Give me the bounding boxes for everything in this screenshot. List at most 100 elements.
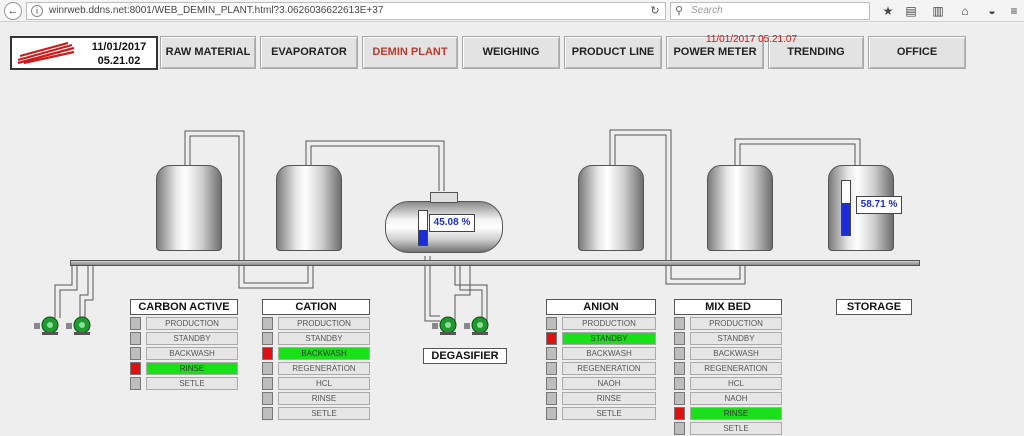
status-indicator [546,362,557,375]
status-indicator [674,362,685,375]
status-label: BACKWASH [562,347,656,360]
status-indicator [546,317,557,330]
home-icon[interactable]: ⌂ [957,3,973,19]
status-row: BACKWASH [674,347,782,361]
status-label: SETLE [562,407,656,420]
storage-level-fill [842,203,850,235]
search-input[interactable]: ⚲ Search [670,2,870,20]
status-label: RINSE [146,362,238,375]
carbon-active-title: CARBON ACTIVE [130,299,238,315]
status-row: NAOH [674,392,782,406]
status-row: REGENERATION [546,362,656,376]
status-row: STANDBY [130,332,238,346]
chart-icon[interactable]: ▥ [930,3,946,19]
status-indicator [262,392,273,405]
status-label: REGENERATION [690,362,782,375]
pump-icon [66,316,91,335]
status-label: BACKWASH [146,347,238,360]
status-indicator [262,347,273,360]
search-icon: ⚲ [675,5,684,17]
status-indicator [674,407,685,420]
status-label: PRODUCTION [562,317,656,330]
degasifier-level-fill [419,229,427,245]
status-row: STANDBY [546,332,656,346]
degasifier-level-bar [418,210,428,246]
status-label: STANDBY [146,332,238,345]
degasifier-dome [430,192,458,203]
status-label: HCL [278,377,370,390]
status-label: PRODUCTION [278,317,370,330]
star-icon[interactable]: ★ [880,3,896,19]
status-indicator [674,377,685,390]
status-row: STANDBY [674,332,782,346]
status-label: RINSE [278,392,370,405]
back-arrow-icon[interactable]: ← [4,2,22,20]
info-icon[interactable]: i [31,5,43,17]
status-row: BACKWASH [546,347,656,361]
status-label: SETLE [690,422,782,435]
status-row: PRODUCTION [130,317,238,331]
status-label: PRODUCTION [690,317,782,330]
status-label: REGENERATION [278,362,370,375]
search-placeholder: Search [691,5,723,16]
status-row: SETLE [546,407,656,421]
status-indicator [130,362,141,375]
status-indicator [262,407,273,420]
carbon-active-tank [156,165,222,251]
status-label: NAOH [690,392,782,405]
status-label: REGENERATION [562,362,656,375]
status-indicator [262,377,273,390]
status-label: BACKWASH [278,347,370,360]
cation-title: CATION [262,299,370,315]
status-indicator [546,392,557,405]
status-indicator [130,377,141,390]
status-row: STANDBY [262,332,370,346]
status-indicator [130,347,141,360]
status-label: NAOH [562,377,656,390]
menu-icon[interactable]: ≡ [1006,3,1022,19]
status-label: RINSE [690,407,782,420]
status-label: STANDBY [278,332,370,345]
status-indicator [130,332,141,345]
mixbed-title: MIX BED [674,299,782,315]
status-indicator [674,422,685,435]
status-row: REGENERATION [262,362,370,376]
status-label: SETLE [146,377,238,390]
status-indicator [546,377,557,390]
anion-title: ANION [546,299,656,315]
url-bar[interactable]: i winrweb.ddns.net:8001/WEB_DEMIN_PLANT.… [26,2,666,20]
cation-tank [276,165,342,251]
status-row: HCL [262,377,370,391]
status-indicator [130,317,141,330]
status-label: BACKWASH [690,347,782,360]
status-row: PRODUCTION [262,317,370,331]
status-indicator [674,347,685,360]
status-label: STANDBY [690,332,782,345]
pump-icon [34,316,59,335]
url-text: winrweb.ddns.net:8001/WEB_DEMIN_PLANT.ht… [49,5,384,16]
status-indicator [674,392,685,405]
status-row: REGENERATION [674,362,782,376]
pump-icon [432,316,457,335]
status-row: RINSE [130,362,238,376]
status-indicator [674,317,685,330]
hmi-page: 11/01/2017 05.21.02 RAW MATERIAL EVAPORAT… [0,23,1024,435]
status-row: PRODUCTION [546,317,656,331]
degasifier-title: DEGASIFIER [423,348,507,364]
status-row: SETLE [262,407,370,421]
reload-icon[interactable]: ↻ [647,4,663,18]
status-row: BACKWASH [130,347,238,361]
status-row: HCL [674,377,782,391]
status-label: SETLE [278,407,370,420]
reading-list-icon[interactable]: ▤ [903,3,919,19]
pocket-icon[interactable]: ◒ [984,3,1000,19]
status-indicator [546,347,557,360]
status-row: SETLE [130,377,238,391]
status-indicator [546,332,557,345]
storage-level-value: 58.71 % [856,196,902,214]
status-indicator [262,332,273,345]
status-row: NAOH [546,377,656,391]
status-row: RINSE [674,407,782,421]
status-indicator [262,362,273,375]
status-row: BACKWASH [262,347,370,361]
